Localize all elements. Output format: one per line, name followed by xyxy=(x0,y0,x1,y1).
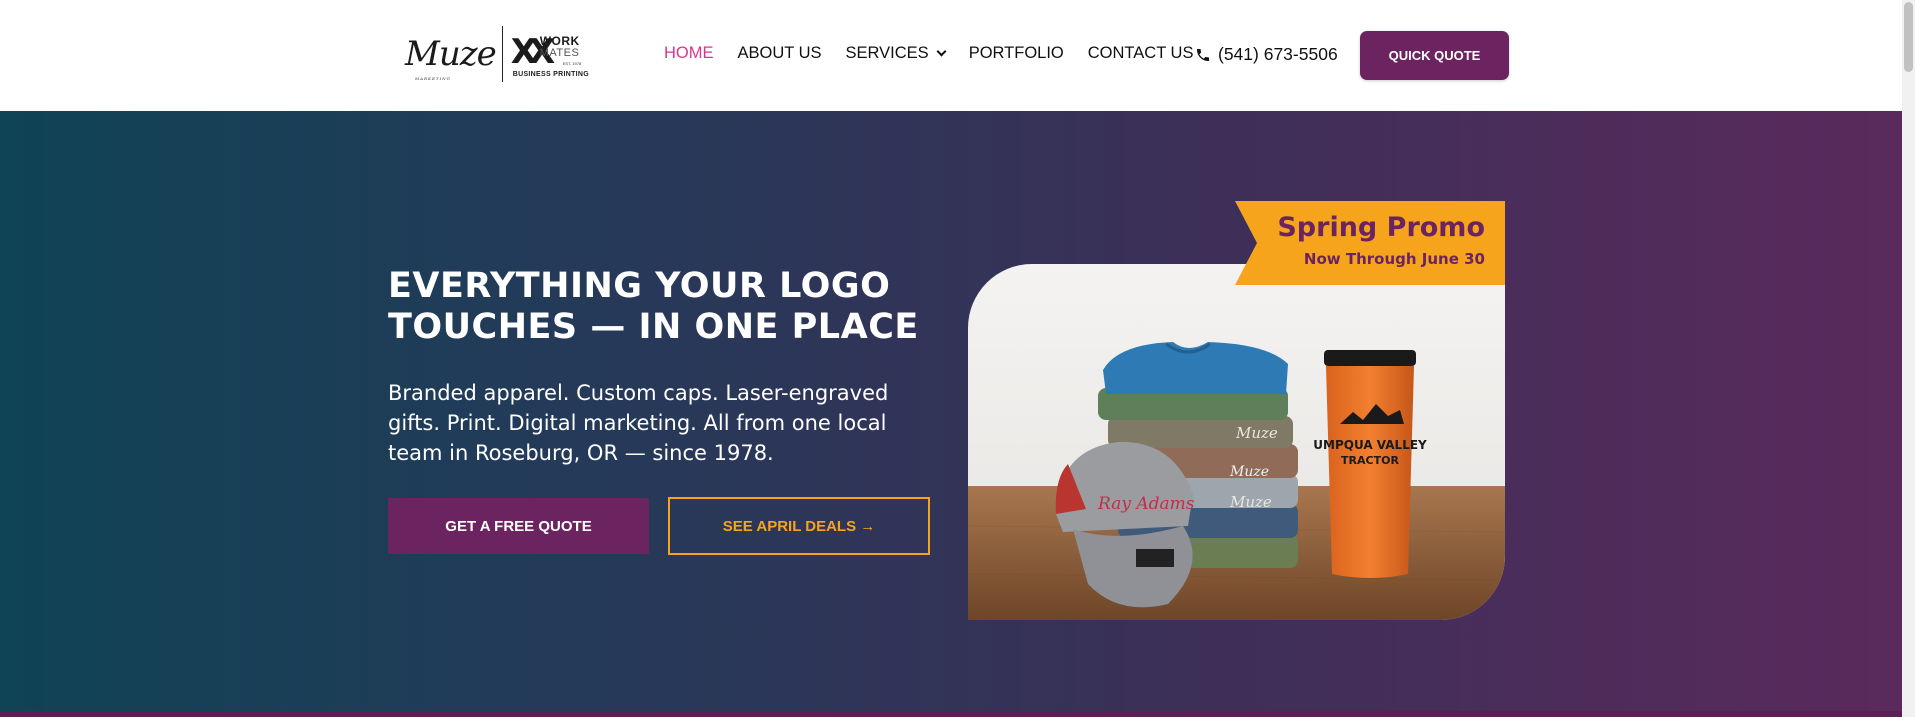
muze-logo-text: Muze xyxy=(405,34,497,74)
quick-quote-button[interactable]: QUICK QUOTE xyxy=(1360,31,1509,80)
tumbler-text-1: UMPQUA VALLEY xyxy=(1313,438,1427,452)
workmates-tagline: BUSINESS PRINTING xyxy=(512,71,590,78)
svg-text:Muze: Muze xyxy=(1229,493,1272,511)
phone-icon xyxy=(1197,48,1209,61)
product-photo: Muze Muze Muze Ray Adams UMPQUA VALLEY T… xyxy=(968,264,1505,620)
workmates-work-text: WORK xyxy=(539,34,580,48)
hero-bottom-border xyxy=(0,711,1902,717)
scrollbar-thumb[interactable] xyxy=(1904,2,1913,72)
hero-headline: EVERYTHING YOUR LOGO TOUCHES — IN ONE PL… xyxy=(388,266,919,347)
phone-link[interactable]: (541) 673-5506 xyxy=(1195,44,1338,65)
tumbler-text-2: TRACTOR xyxy=(1341,454,1399,467)
hero-section xyxy=(0,111,1902,717)
promo-title: Spring Promo xyxy=(1277,212,1485,243)
page-scrollbar[interactable] xyxy=(1902,0,1915,717)
get-free-quote-button[interactable]: GET A FREE QUOTE xyxy=(388,498,649,554)
workmates-est-text: EST. 1978 xyxy=(562,61,582,66)
site-header: Muze MARKETING XX WORK MATES EST. 1978 B… xyxy=(0,0,1902,111)
workmates-logo: XX WORK MATES EST. 1978 BUSINESS PRINTIN… xyxy=(511,26,589,82)
workmates-mates-text: MATES xyxy=(539,47,580,59)
svg-text:Muze: Muze xyxy=(1229,464,1269,480)
nav-item-home[interactable]: HOME xyxy=(664,44,714,63)
main-nav: HOME ABOUT US SERVICES PORTFOLIO CONTACT… xyxy=(664,44,1217,63)
nav-item-contact-us[interactable]: CONTACT US xyxy=(1088,44,1194,63)
nav-item-portfolio[interactable]: PORTFOLIO xyxy=(969,44,1064,63)
nav-item-about-us[interactable]: ABOUT US xyxy=(738,44,822,63)
muze-logo: Muze MARKETING xyxy=(405,34,497,81)
logo-divider xyxy=(501,26,503,82)
hero-subtext: Branded apparel. Custom caps. Laser-engr… xyxy=(388,381,889,465)
shirt-logo-text: Muze xyxy=(1235,424,1278,442)
promo-subtitle: Now Through June 30 xyxy=(1303,250,1485,268)
spring-promo-ribbon[interactable]: Spring Promo Now Through June 30 xyxy=(1235,201,1505,285)
see-april-deals-button[interactable]: SEE APRIL DEALS → xyxy=(668,497,930,555)
chevron-down-icon xyxy=(936,46,947,57)
nav-item-services-label: SERVICES xyxy=(845,44,929,62)
phone-number: (541) 673-5506 xyxy=(1218,44,1338,64)
company-logo[interactable]: Muze MARKETING XX WORK MATES EST. 1978 B… xyxy=(405,24,589,84)
cap-logo-text: Ray Adams xyxy=(1097,494,1195,514)
product-image: Muze Muze Muze Ray Adams UMPQUA VALLEY T… xyxy=(968,264,1505,620)
muze-logo-sub: MARKETING xyxy=(415,76,451,81)
nav-item-services[interactable]: SERVICES xyxy=(845,44,947,63)
